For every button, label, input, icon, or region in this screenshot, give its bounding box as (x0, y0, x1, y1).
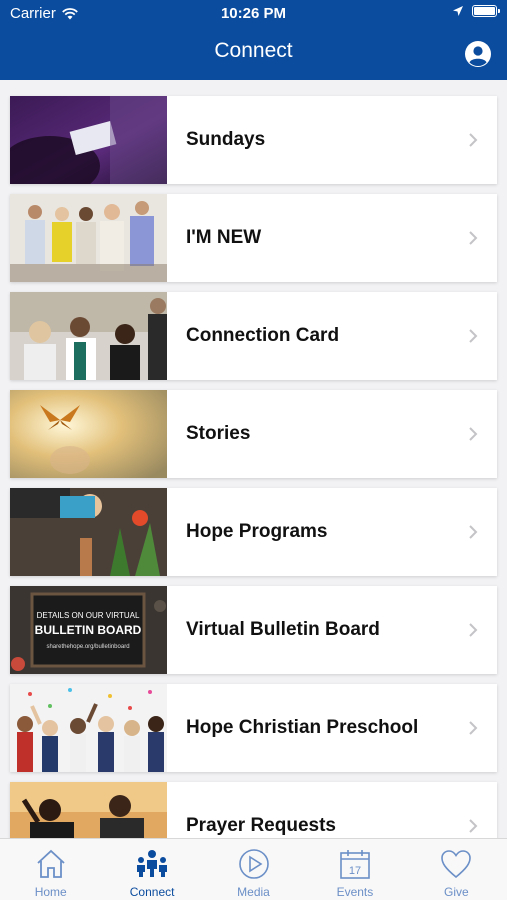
header-bar: Carrier 10:26 PM Connect (0, 0, 507, 80)
tab-media[interactable]: Media (203, 839, 304, 900)
chevron-right-icon (469, 427, 478, 441)
list-item-connection-card[interactable]: Connection Card (10, 292, 497, 380)
status-bar: Carrier 10:26 PM (0, 0, 507, 28)
heart-icon (441, 850, 472, 879)
battery-icon (472, 5, 500, 17)
tab-label: Give (443, 885, 469, 899)
item-label: I'M NEW (186, 227, 262, 248)
chevron-right-icon (469, 133, 478, 147)
tab-bar: Home Connect Media 17 Events Give (0, 838, 507, 900)
bulletin-board-thumbnail: DETAILS ON OUR VIRTUAL BULLETIN BOARD sh… (10, 586, 167, 674)
tab-label: Connect (129, 885, 175, 899)
tab-home[interactable]: Home (0, 839, 101, 900)
tab-connect[interactable]: Connect (101, 839, 202, 900)
item-label: Hope Christian Preschool (186, 717, 419, 738)
chevron-right-icon (469, 525, 478, 539)
bulletin-line-2: BULLETIN BOARD (35, 623, 142, 637)
item-label: Connection Card (186, 325, 340, 346)
connection-card-thumbnail (10, 292, 167, 380)
tab-label: Events (336, 885, 374, 899)
item-label: Stories (186, 423, 251, 444)
im-new-thumbnail (10, 194, 167, 282)
preschool-thumbnail (10, 684, 167, 772)
tab-label: Media (237, 885, 270, 899)
bulletin-line-1: DETAILS ON OUR VIRTUAL (37, 611, 140, 620)
item-label: Sundays (186, 129, 266, 150)
chevron-right-icon (469, 231, 478, 245)
chevron-right-icon (469, 721, 478, 735)
item-label: Prayer Requests (186, 815, 336, 836)
bulletin-line-3: sharethehope.org/bulletinboard (46, 644, 129, 650)
people-icon (137, 850, 168, 877)
list-item-hope-christian-preschool[interactable]: Hope Christian Preschool (10, 684, 497, 772)
list-item-hope-programs[interactable]: Hope Programs (10, 488, 497, 576)
location-arrow-icon (453, 6, 463, 16)
stories-thumbnail (10, 390, 167, 478)
tab-events[interactable]: 17 Events (304, 839, 405, 900)
sundays-thumbnail (10, 96, 167, 184)
list-item-virtual-bulletin-board[interactable]: DETAILS ON OUR VIRTUAL BULLETIN BOARD sh… (10, 586, 497, 674)
chevron-right-icon (469, 623, 478, 637)
hope-programs-thumbnail (10, 488, 167, 576)
list-item-sundays[interactable]: Sundays (10, 96, 497, 184)
list-item-stories[interactable]: Stories (10, 390, 497, 478)
list-item-im-new[interactable]: I'M NEW (10, 194, 497, 282)
calendar-icon: 17 (340, 850, 370, 879)
chevron-right-icon (469, 329, 478, 343)
chevron-right-icon (469, 819, 478, 833)
page-title: Connect (214, 39, 293, 62)
profile-icon[interactable] (464, 40, 492, 68)
play-icon (238, 849, 269, 879)
calendar-day: 17 (349, 865, 361, 877)
tab-give[interactable]: Give (406, 839, 507, 900)
item-label: Hope Programs (186, 521, 328, 542)
status-right (452, 5, 500, 17)
home-icon (37, 849, 65, 878)
item-label: Virtual Bulletin Board (186, 619, 380, 640)
status-time: 10:26 PM (220, 5, 287, 22)
tab-label: Home (34, 885, 67, 899)
